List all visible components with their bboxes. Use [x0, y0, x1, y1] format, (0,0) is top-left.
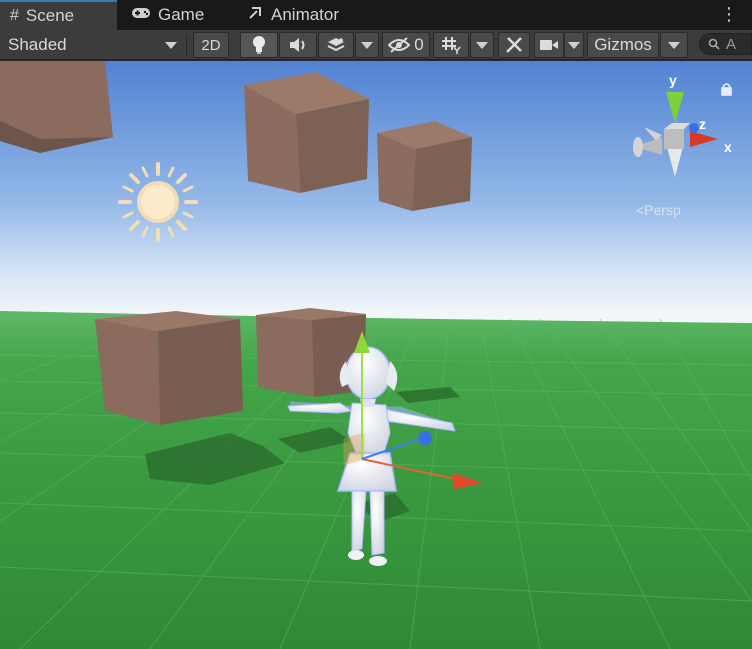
- gizmos-dropdown[interactable]: [660, 32, 688, 58]
- more-options-icon[interactable]: ⋮: [720, 5, 738, 23]
- axis-z-label: z: [699, 116, 706, 132]
- toggle-2d-button[interactable]: 2D: [193, 32, 229, 58]
- sky-background: [0, 61, 752, 317]
- tools-icon: [506, 37, 522, 53]
- cube-object[interactable]: [377, 121, 472, 211]
- camera-dropdown[interactable]: [564, 32, 584, 58]
- lightbulb-icon: [253, 36, 265, 54]
- tab-game[interactable]: Game: [121, 0, 231, 30]
- camera-settings-button[interactable]: [534, 32, 564, 58]
- hidden-objects-toggle[interactable]: 0: [382, 32, 430, 58]
- hidden-count: 0: [414, 35, 424, 54]
- projection-label[interactable]: <Persp: [636, 202, 681, 218]
- directional-light-icon[interactable]: [118, 162, 198, 242]
- animator-icon: [248, 6, 264, 25]
- chevron-down-icon: [568, 41, 580, 49]
- chevron-down-icon: [476, 41, 488, 49]
- eye-slash-icon: [388, 37, 411, 53]
- lighting-toggle-button[interactable]: [240, 32, 278, 58]
- effects-button[interactable]: [318, 32, 354, 58]
- search-icon: [708, 38, 720, 50]
- tab-bar: # Scene Game Animator ⋮: [0, 0, 752, 31]
- cube-object[interactable]: [0, 61, 113, 153]
- axis-y-label: y: [669, 72, 677, 88]
- chevron-down-icon: [668, 41, 680, 49]
- draw-mode-dropdown[interactable]: Shaded: [0, 32, 185, 58]
- camera-icon: [540, 40, 558, 50]
- chevron-down-icon: [361, 41, 373, 49]
- scene-viewport[interactable]: y z x <Persp: [0, 61, 752, 649]
- grid-toggle-button[interactable]: [433, 32, 469, 58]
- cube-object[interactable]: [95, 311, 243, 425]
- scene-search-input[interactable]: A: [699, 33, 752, 55]
- tab-scene-label: Scene: [25, 6, 75, 25]
- gamepad-icon: [131, 6, 151, 24]
- search-glyph: A: [726, 35, 737, 53]
- tab-scene[interactable]: # Scene: [0, 0, 117, 30]
- unity-scene-window: # Scene Game Animator ⋮ Shaded 2D 0 Gizm…: [0, 0, 752, 649]
- axis-x-label: x: [724, 139, 732, 155]
- gizmos-button[interactable]: Gizmos: [587, 32, 659, 58]
- speaker-icon: [290, 38, 305, 52]
- chevron-down-icon: [165, 41, 177, 49]
- tab-animator-label: Animator: [271, 5, 340, 24]
- effects-layers-icon: [327, 38, 345, 52]
- audio-toggle-button[interactable]: [279, 32, 317, 58]
- scene-toolbar: Shaded 2D 0 Gizmos: [0, 30, 752, 60]
- tab-animator[interactable]: Animator: [238, 0, 368, 30]
- cube-object[interactable]: [244, 72, 369, 193]
- tools-button[interactable]: [498, 32, 530, 58]
- grid-dropdown[interactable]: [470, 32, 494, 58]
- scene-grid-icon: #: [10, 7, 19, 24]
- draw-mode-label: Shaded: [8, 35, 67, 54]
- grid-icon: [442, 37, 461, 54]
- tab-game-label: Game: [158, 5, 205, 24]
- effects-dropdown[interactable]: [355, 32, 379, 58]
